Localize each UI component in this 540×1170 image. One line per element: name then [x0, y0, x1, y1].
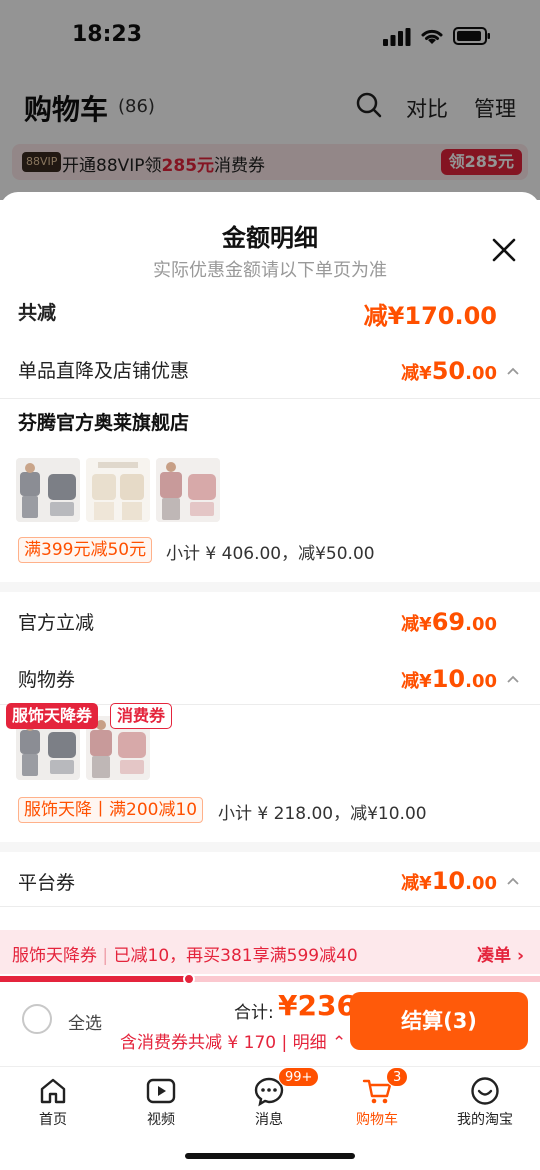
video-icon [146, 1078, 176, 1104]
tab-label: 我的淘宝 [457, 1112, 513, 1128]
home-icon [40, 1078, 66, 1104]
shop-promo-tag: 满399元减50元 [18, 537, 153, 563]
shopping-coupon-amount: 减¥10.00 [401, 665, 497, 693]
tab-label: 视频 [147, 1112, 175, 1128]
product-thumbnail[interactable] [16, 458, 80, 522]
store-discount-amount: 减¥50.00 [401, 357, 497, 385]
total-discount[interactable]: 含消费券共减 ¥ 170 | 明细 ⌃ [120, 1028, 346, 1053]
checkout-bar: 全选 合计: ¥236 含消费券共减 ¥ 170 | 明细 ⌃ 结算(3) [0, 988, 540, 1066]
fashion-coupon-tag: 服饰天降券 [6, 703, 99, 729]
divider [0, 398, 540, 399]
add-on-link[interactable]: 凑单 › [477, 941, 524, 966]
total-reduce-label: 共减 [18, 302, 57, 324]
tab-label: 购物车 [356, 1112, 398, 1128]
tab-messages[interactable]: 消息 99+ [224, 1067, 320, 1129]
platform-coupon-label: 平台券 [18, 872, 76, 894]
consumer-coupon-tag: 消费券 [110, 703, 173, 729]
shop-name: 芬腾官方奥莱旗舰店 [18, 412, 190, 434]
store-discount-label: 单品直降及店铺优惠 [18, 360, 190, 382]
cart-badge: 3 [386, 1067, 409, 1087]
tab-label: 消息 [255, 1112, 283, 1128]
tab-home[interactable]: 首页 [8, 1075, 98, 1129]
sheet-title: 金额明细 [222, 224, 318, 252]
tab-video[interactable]: 视频 [116, 1075, 206, 1129]
sheet-subtitle: 实际优惠金额请以下单页为准 [153, 260, 387, 281]
checkout-button[interactable]: 结算(3) [350, 992, 528, 1050]
shop-subtotal: 小计 ¥ 406.00，减¥50.00 [166, 544, 375, 564]
profile-icon [471, 1077, 499, 1105]
chevron-up-icon[interactable] [506, 876, 520, 886]
coupon-subtotal: 小计 ¥ 218.00，减¥10.00 [218, 804, 427, 824]
divider [0, 906, 540, 907]
modal-overlay[interactable] [0, 0, 540, 200]
total-label: 合计: [234, 1003, 274, 1023]
platform-coupon-amount: 减¥10.00 [401, 867, 497, 895]
home-indicator [185, 1153, 355, 1159]
total-value: ¥236 [278, 989, 356, 1022]
product-thumbnail[interactable] [156, 458, 220, 522]
select-all-label[interactable]: 全选 [68, 1009, 102, 1034]
detail-link[interactable]: 明细 [293, 1033, 327, 1053]
tab-label: 首页 [39, 1112, 67, 1128]
official-reduce-label: 官方立减 [18, 612, 95, 634]
coupon-progress-fill [0, 976, 189, 982]
chevron-up-icon[interactable] [506, 366, 520, 376]
section-separator [0, 582, 540, 592]
official-reduce-amount: 减¥69.00 [401, 608, 497, 636]
select-all-checkbox[interactable] [22, 1004, 52, 1034]
coupon-message: 服饰天降券 | 已减10，再买381享满599减40 [12, 946, 358, 966]
coupon-progress-bar[interactable]: 服饰天降券 | 已减10，再买381享满599减40 凑单 › [0, 930, 540, 974]
section-separator [0, 842, 540, 852]
tab-bar: 首页 视频 消息 99+ 购物车 3 我的淘宝 [0, 1066, 540, 1170]
product-thumbnail[interactable] [86, 458, 150, 522]
tab-cart[interactable]: 购物车 3 [332, 1067, 422, 1129]
shopping-coupon-label: 购物券 [18, 669, 76, 691]
message-badge: 99+ [278, 1067, 320, 1087]
total-reduce-amount: 减¥170.00 [363, 302, 497, 330]
coupon-progress-knob [183, 973, 195, 985]
close-icon[interactable] [488, 234, 520, 266]
chevron-up-icon[interactable] [506, 674, 520, 684]
coupon-progress-track [0, 973, 540, 985]
coupon-promo-tag: 服饰天降丨满200减10 [18, 797, 204, 823]
tab-profile[interactable]: 我的淘宝 [440, 1075, 530, 1129]
